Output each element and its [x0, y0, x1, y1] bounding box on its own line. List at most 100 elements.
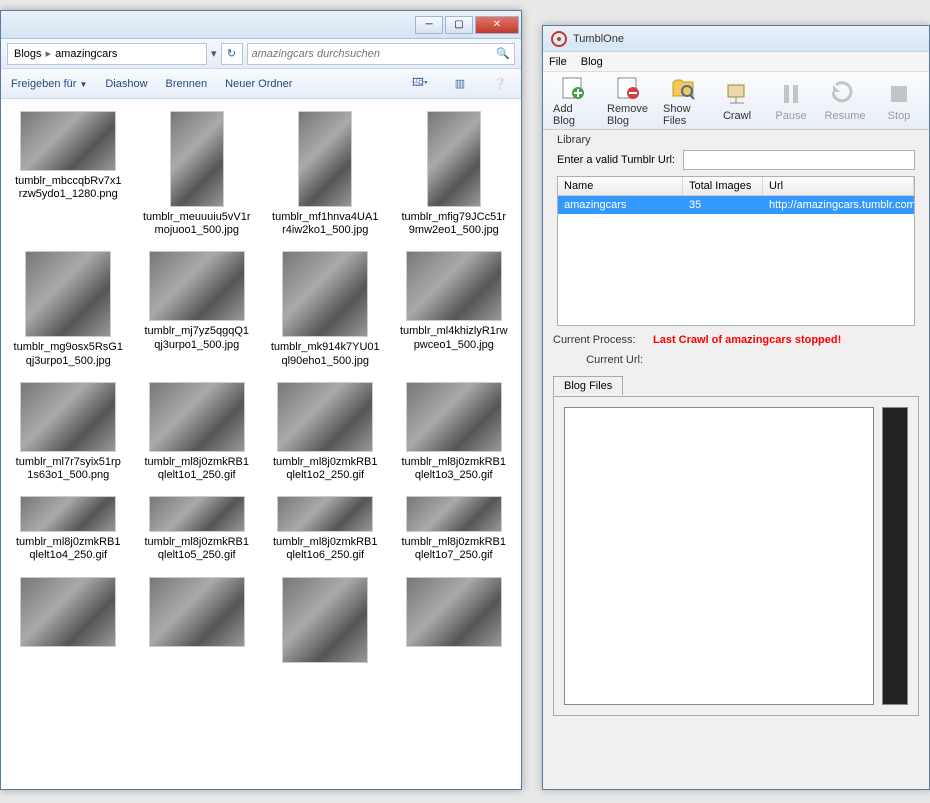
thumbnail-label: tumblr_ml4khizlyR1rwpwceo1_500.jpg: [399, 325, 509, 351]
menu-blog[interactable]: Blog: [581, 56, 603, 68]
search-icon[interactable]: 🔍: [496, 47, 510, 60]
col-name[interactable]: Name: [558, 177, 683, 195]
app-icon: [551, 31, 567, 47]
thumbnail-image: [20, 111, 116, 171]
file-thumbnail[interactable]: tumblr_ml8j0zmkRB1qlelt1o6_250.gif: [262, 492, 389, 566]
help-icon[interactable]: ❔: [489, 73, 511, 95]
col-url[interactable]: Url: [763, 177, 914, 195]
stop-icon: [886, 81, 912, 107]
preview-pane-button[interactable]: ▥: [449, 73, 471, 95]
file-thumbnail[interactable]: [391, 573, 518, 671]
tumblone-toolbar: Add Blog Remove Blog Show Files Crawl Pa…: [543, 72, 929, 130]
thumbnail-image: [406, 382, 502, 452]
url-input[interactable]: [683, 150, 915, 170]
file-thumbnail[interactable]: tumblr_ml8j0zmkRB1qlelt1o7_250.gif: [391, 492, 518, 566]
resume-icon: [832, 81, 858, 107]
table-header: Name Total Images Url: [558, 177, 914, 196]
menu-file[interactable]: File: [549, 56, 567, 68]
current-url-row: Current Url:: [543, 350, 929, 370]
close-button[interactable]: ✕: [475, 16, 519, 34]
chevron-down-icon[interactable]: ▾: [211, 47, 217, 60]
files-list[interactable]: [564, 407, 874, 705]
thumbnail-image: [20, 382, 116, 452]
stop-button: Stop: [875, 74, 923, 127]
file-thumbnail[interactable]: [134, 573, 261, 671]
preview-pane: [882, 407, 908, 705]
file-thumbnail[interactable]: tumblr_meuuuiu5vV1rmojuoo1_500.jpg: [134, 107, 261, 241]
thumbnail-image: [277, 382, 373, 452]
thumbnail-label: tumblr_ml8j0zmkRB1qlelt1o5_250.gif: [142, 536, 252, 562]
thumbnail-image: [406, 251, 502, 321]
search-input[interactable]: [252, 48, 497, 60]
thumbnail-image: [406, 496, 502, 532]
explorer-titlebar[interactable]: ─ ▢ ✕: [1, 11, 521, 39]
menubar: File Blog: [543, 52, 929, 72]
thumbnail-label: tumblr_mf1hnva4UA1r4iw2ko1_500.jpg: [270, 211, 380, 237]
share-button[interactable]: Freigeben für▼: [11, 78, 87, 90]
show-files-button[interactable]: Show Files: [659, 74, 707, 127]
pause-icon: [778, 81, 804, 107]
crawl-icon: [724, 81, 750, 107]
thumbnail-image: [282, 577, 368, 663]
breadcrumb[interactable]: Blogs ▸ amazingcars: [7, 43, 207, 65]
thumbnail-label: tumblr_meuuuiu5vV1rmojuoo1_500.jpg: [142, 211, 252, 237]
blog-table[interactable]: Name Total Images Url amazingcars 35 htt…: [557, 176, 915, 326]
file-thumbnail[interactable]: tumblr_ml8j0zmkRB1qlelt1o1_250.gif: [134, 378, 261, 486]
file-thumbnail[interactable]: tumblr_mf1hnva4UA1r4iw2ko1_500.jpg: [262, 107, 389, 241]
blog-files-region: Blog Files: [553, 376, 919, 716]
file-thumbnail[interactable]: tumblr_ml8j0zmkRB1qlelt1o3_250.gif: [391, 378, 518, 486]
thumbnail-label: tumblr_mg9osx5RsG1qj3urpo1_500.jpg: [13, 341, 123, 367]
chevron-right-icon: ▸: [46, 47, 52, 60]
thumbnail-label: tumblr_ml7r7syix51rp1s63o1_500.png: [13, 456, 123, 482]
explorer-toolbar: Freigeben für▼ Diashow Brennen Neuer Ord…: [1, 69, 521, 99]
pause-button: Pause: [767, 74, 815, 127]
file-thumbnail[interactable]: tumblr_ml8j0zmkRB1qlelt1o5_250.gif: [134, 492, 261, 566]
thumbnail-image: [149, 251, 245, 321]
currenturl-label: Current Url:: [553, 354, 643, 366]
thumbnail-image: [282, 251, 368, 337]
thumbnail-label: tumblr_ml8j0zmkRB1qlelt1o4_250.gif: [13, 536, 123, 562]
file-thumbnail[interactable]: tumblr_ml8j0zmkRB1qlelt1o4_250.gif: [5, 492, 132, 566]
crawl-button[interactable]: Crawl: [713, 74, 761, 127]
thumbnail-label: tumblr_ml8j0zmkRB1qlelt1o6_250.gif: [270, 536, 380, 562]
file-thumbnail[interactable]: tumblr_ml8j0zmkRB1qlelt1o2_250.gif: [262, 378, 389, 486]
thumbnail-image: [20, 496, 116, 532]
slideshow-button[interactable]: Diashow: [105, 78, 147, 90]
maximize-button[interactable]: ▢: [445, 16, 473, 34]
url-label: Enter a valid Tumblr Url:: [557, 154, 675, 166]
breadcrumb-part[interactable]: amazingcars: [55, 48, 117, 60]
add-blog-button[interactable]: Add Blog: [549, 74, 597, 127]
search-box[interactable]: 🔍: [247, 43, 515, 65]
file-thumbnail[interactable]: tumblr_mfig79JCc51r9mw2eo1_500.jpg: [391, 107, 518, 241]
table-row[interactable]: amazingcars 35 http://amazingcars.tumblr…: [558, 196, 914, 214]
thumbnail-image: [298, 111, 352, 207]
minimize-button[interactable]: ─: [415, 16, 443, 34]
newfolder-button[interactable]: Neuer Ordner: [225, 78, 292, 90]
tumblone-titlebar[interactable]: TumblOne: [543, 26, 929, 52]
col-total[interactable]: Total Images: [683, 177, 763, 195]
thumbnail-image: [149, 577, 245, 647]
burn-button[interactable]: Brennen: [166, 78, 208, 90]
thumbnail-label: tumblr_ml8j0zmkRB1qlelt1o2_250.gif: [270, 456, 380, 482]
file-thumbnail[interactable]: [262, 573, 389, 671]
view-options-button[interactable]: 🖽▾: [409, 73, 431, 95]
file-thumbnail[interactable]: tumblr_mg9osx5RsG1qj3urpo1_500.jpg: [5, 247, 132, 371]
thumbnail-label: tumblr_mfig79JCc51r9mw2eo1_500.jpg: [399, 211, 509, 237]
file-thumbnail[interactable]: tumblr_mk914k7YU01ql90eho1_500.jpg: [262, 247, 389, 371]
thumbnail-image: [170, 111, 224, 207]
file-thumbnail[interactable]: tumblr_ml7r7syix51rp1s63o1_500.png: [5, 378, 132, 486]
breadcrumb-part[interactable]: Blogs: [14, 48, 42, 60]
tab-blog-files[interactable]: Blog Files: [553, 376, 623, 395]
file-grid-area[interactable]: tumblr_mbccqbRv7x1rzw5ydo1_1280.pngtumbl…: [1, 99, 521, 789]
thumbnail-label: tumblr_mbccqbRv7x1rzw5ydo1_1280.png: [13, 175, 123, 201]
file-thumbnail[interactable]: tumblr_ml4khizlyR1rwpwceo1_500.jpg: [391, 247, 518, 371]
file-thumbnail[interactable]: tumblr_mj7yz5qgqQ1qj3urpo1_500.jpg: [134, 247, 261, 371]
thumbnail-label: tumblr_mk914k7YU01ql90eho1_500.jpg: [270, 341, 380, 367]
file-thumbnail[interactable]: tumblr_mbccqbRv7x1rzw5ydo1_1280.png: [5, 107, 132, 241]
remove-blog-button[interactable]: Remove Blog: [603, 74, 653, 127]
thumbnail-label: tumblr_ml8j0zmkRB1qlelt1o1_250.gif: [142, 456, 252, 482]
add-icon: [560, 75, 586, 101]
explorer-navbar: Blogs ▸ amazingcars ▾ ↻ 🔍: [1, 39, 521, 69]
file-thumbnail[interactable]: [5, 573, 132, 671]
refresh-button[interactable]: ↻: [221, 43, 243, 65]
